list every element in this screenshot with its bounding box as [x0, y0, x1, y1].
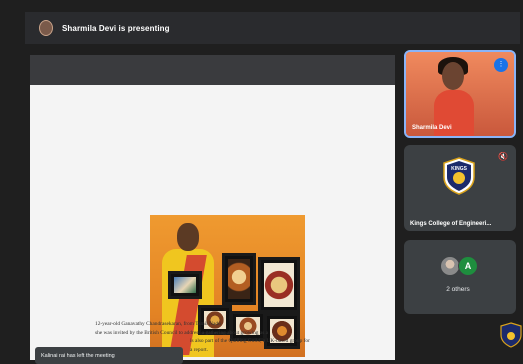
- participant-tile-others[interactable]: A 2 others: [404, 240, 516, 314]
- watermark-logo-icon: [500, 322, 522, 348]
- others-avatars: A: [440, 256, 482, 278]
- shared-screen: [30, 55, 395, 360]
- presenting-label: Sharmila Devi is presenting: [62, 23, 170, 33]
- presenting-banner: Sharmila Devi is presenting: [25, 12, 520, 44]
- quilling-frame: [222, 253, 256, 305]
- toast-message: Kalinai rai has left the meeting: [41, 352, 115, 359]
- college-logo-text: KINGS: [451, 166, 468, 172]
- participant-avatar: A: [458, 256, 478, 276]
- left-meeting-toast: Kalinai rai has left the meeting: [35, 347, 183, 364]
- person-head: [177, 223, 199, 251]
- college-logo-icon: KINGS: [443, 157, 475, 195]
- mic-muted-icon: 🔇: [498, 152, 508, 161]
- participant-name: Sharmila Devi: [412, 125, 452, 131]
- quilling-frame: [258, 257, 300, 313]
- participant-tile-presenter[interactable]: ⋮ Sharmila Devi: [404, 50, 516, 138]
- caption-line: 12-year-old Ganavathy Chandrasekaran, fr…: [95, 321, 221, 327]
- caption-line: she was invited by the British Council t…: [95, 329, 269, 336]
- caption-line: is also part of the Quilling Guild, a UK…: [190, 338, 310, 345]
- participant-avatar: [440, 256, 460, 276]
- others-count-label: 2 others: [446, 286, 470, 293]
- presenter-avatar: [39, 20, 53, 36]
- speaking-indicator-icon: ⋮: [494, 58, 508, 72]
- camera-person-head: [442, 62, 464, 90]
- participant-tile-college[interactable]: 🔇 KINGS Kings College of Engineeri...: [404, 145, 516, 231]
- shared-window-toolbar: [30, 55, 395, 85]
- quilling-frame: [168, 271, 202, 299]
- participant-name: Kings College of Engineeri...: [410, 221, 492, 227]
